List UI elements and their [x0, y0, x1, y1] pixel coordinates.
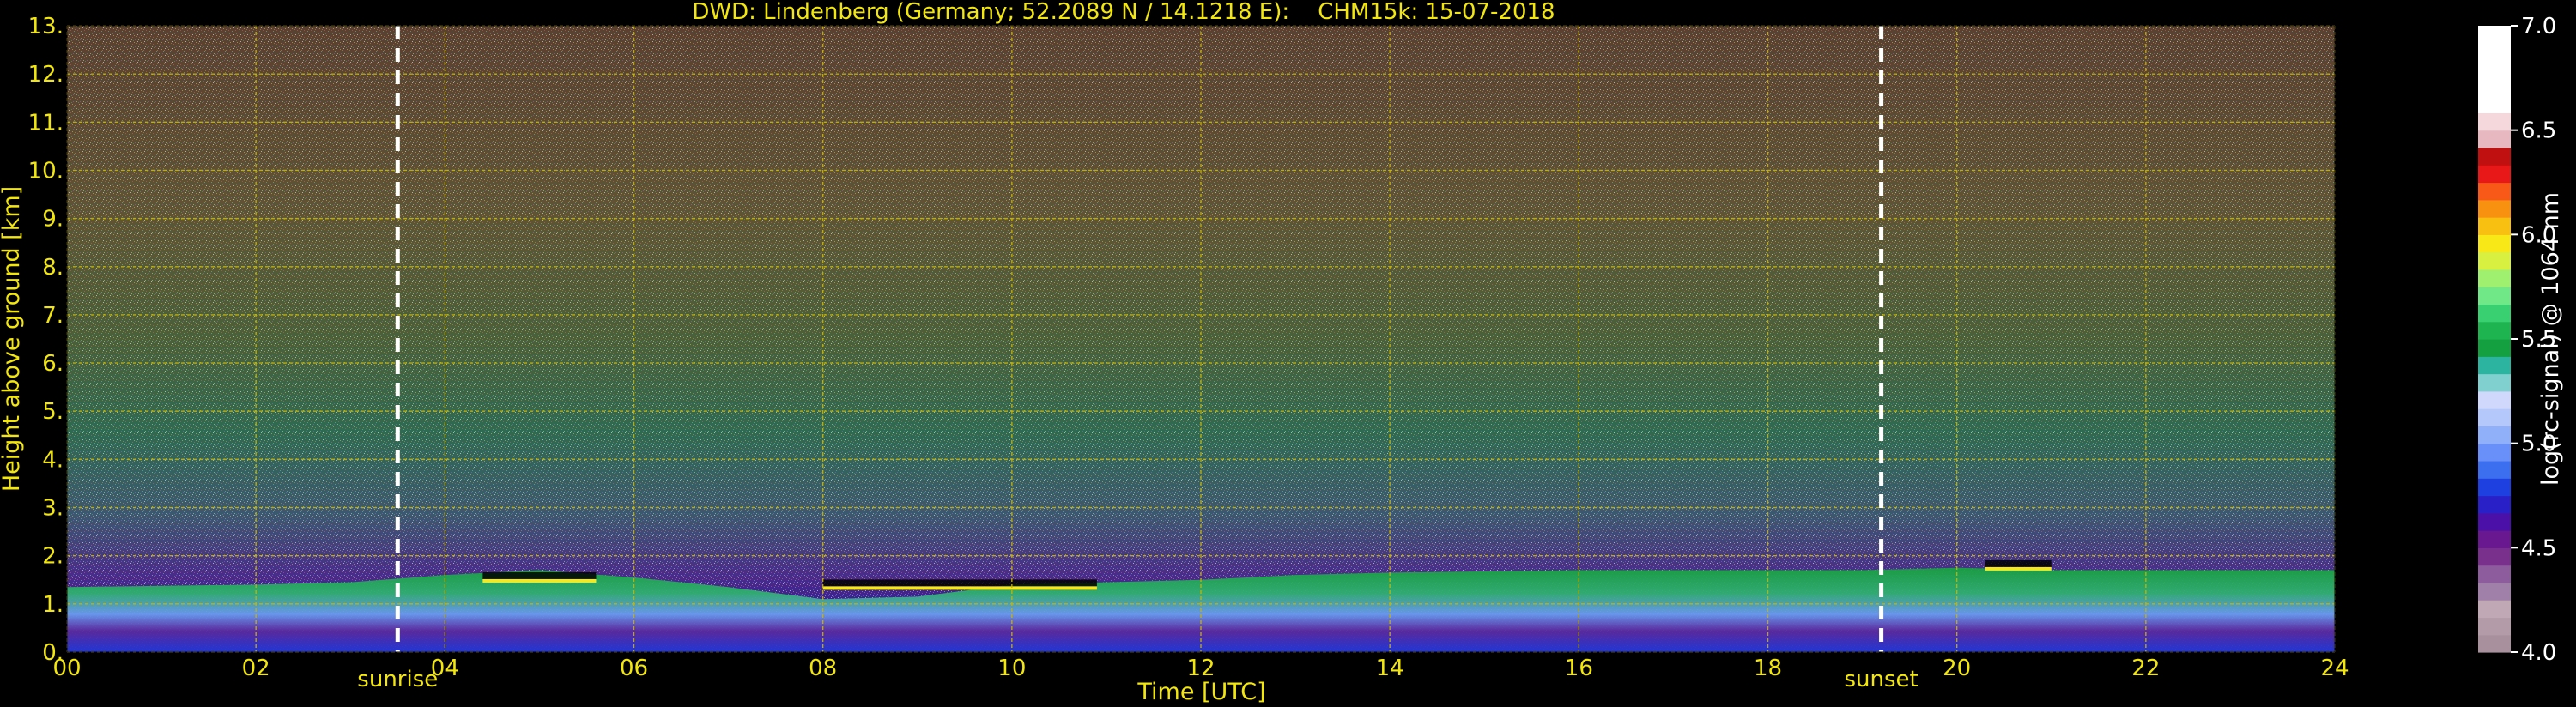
colorbar-segment — [2478, 269, 2511, 287]
y-tick-label: 2. — [42, 544, 64, 570]
colorbar-segment — [2478, 112, 2511, 131]
colorbar-tick-label: 7.0 — [2521, 14, 2556, 39]
y-tick-label: 9. — [42, 207, 64, 233]
colorbar-segment — [2478, 182, 2511, 201]
colorbar-segment — [2478, 304, 2511, 323]
x-axis-label: Time [UTC] — [1136, 679, 1265, 705]
colorbar-segment — [2478, 251, 2511, 270]
cloud-edge — [1985, 566, 2052, 571]
x-tick-label: 18 — [1754, 656, 1782, 681]
x-tick-label: 00 — [52, 656, 81, 681]
x-tick-label: 22 — [2131, 656, 2160, 681]
colorbar-segment — [2478, 390, 2511, 409]
colorbar-label: log(rc-signal) @ 1064 nm — [2537, 192, 2564, 486]
colorbar-segment — [2478, 582, 2511, 601]
colorbar-segment — [2478, 547, 2511, 566]
colorbar-segment — [2478, 130, 2511, 148]
x-tick-label: 24 — [2320, 656, 2349, 681]
x-tick-label: 06 — [620, 656, 648, 681]
cloud-edge — [482, 578, 597, 583]
y-tick-label: 5. — [42, 399, 64, 425]
y-tick-label: 11. — [28, 110, 64, 136]
y-tick-label: 3. — [42, 496, 64, 522]
x-tick-label: 14 — [1376, 656, 1404, 681]
colorbar-segment — [2478, 26, 2511, 44]
colorbar-segment — [2478, 165, 2511, 184]
y-tick-label: 8. — [42, 255, 64, 281]
y-axis-ticks: 0.1.2.3.4.5.6.7.8.9.10.11.12.13. — [28, 14, 64, 666]
colorbar-segment — [2478, 443, 2511, 462]
y-tick-label: 12. — [28, 62, 64, 88]
colorbar-segment — [2478, 43, 2511, 62]
x-tick-label: 10 — [997, 656, 1026, 681]
y-tick-label: 13. — [28, 14, 64, 39]
colorbar-segment — [2478, 426, 2511, 444]
colorbar-segment — [2478, 617, 2511, 636]
colorbar-tick-label: 6.5 — [2521, 118, 2556, 144]
ceilometer-chart: DWD: Lindenberg (Germany; 52.2089 N / 14… — [0, 0, 2564, 705]
y-tick-label: 4. — [42, 447, 64, 473]
colorbar-segment — [2478, 512, 2511, 531]
colorbar-tick-label: 4.0 — [2521, 640, 2556, 666]
y-tick-label: 10. — [28, 158, 64, 184]
colorbar-segment — [2478, 77, 2511, 96]
cloud-feature — [482, 571, 597, 579]
colorbar-segment — [2478, 217, 2511, 235]
cloud-edge — [822, 586, 1097, 590]
colorbar-segment — [2478, 460, 2511, 479]
colorbar-segment — [2478, 495, 2511, 514]
colorbar-segment — [2478, 373, 2511, 392]
colorbar-segment — [2478, 199, 2511, 218]
cloud-feature — [822, 579, 1097, 587]
x-tick-label: 20 — [1943, 656, 1971, 681]
colorbar-segment — [2478, 408, 2511, 426]
colorbar-segment — [2478, 234, 2511, 253]
y-axis-label: Height above ground [km] — [0, 186, 25, 492]
colorbar-segment — [2478, 565, 2511, 583]
x-tick-label: 16 — [1565, 656, 1593, 681]
colorbar-segment — [2478, 478, 2511, 497]
colorbar-segment — [2478, 634, 2511, 653]
y-tick-label: 6. — [42, 351, 64, 377]
y-tick-label: 7. — [42, 303, 64, 329]
x-tick-label: 02 — [242, 656, 270, 681]
colorbar-tick-label: 4.5 — [2521, 535, 2556, 561]
colorbar — [2478, 26, 2511, 653]
x-tick-label: 12 — [1186, 656, 1215, 681]
colorbar-segment — [2478, 287, 2511, 305]
colorbar-segment — [2478, 321, 2511, 340]
colorbar-segment — [2478, 60, 2511, 79]
plot-area — [66, 25, 2336, 653]
colorbar-segment — [2478, 339, 2511, 357]
event-label-sunrise: sunrise — [357, 667, 438, 692]
cloud-feature — [1985, 559, 2052, 567]
colorbar-segment — [2478, 600, 2511, 619]
colorbar-segment — [2478, 95, 2511, 113]
event-label-sunset: sunset — [1844, 667, 1918, 692]
colorbar-segment — [2478, 530, 2511, 548]
colorbar-segment — [2478, 356, 2511, 375]
y-tick-label: 1. — [42, 592, 64, 618]
colorbar-segment — [2478, 147, 2511, 166]
x-tick-label: 08 — [809, 656, 837, 681]
chart-title: DWD: Lindenberg (Germany; 52.2089 N / 14… — [692, 0, 1555, 25]
